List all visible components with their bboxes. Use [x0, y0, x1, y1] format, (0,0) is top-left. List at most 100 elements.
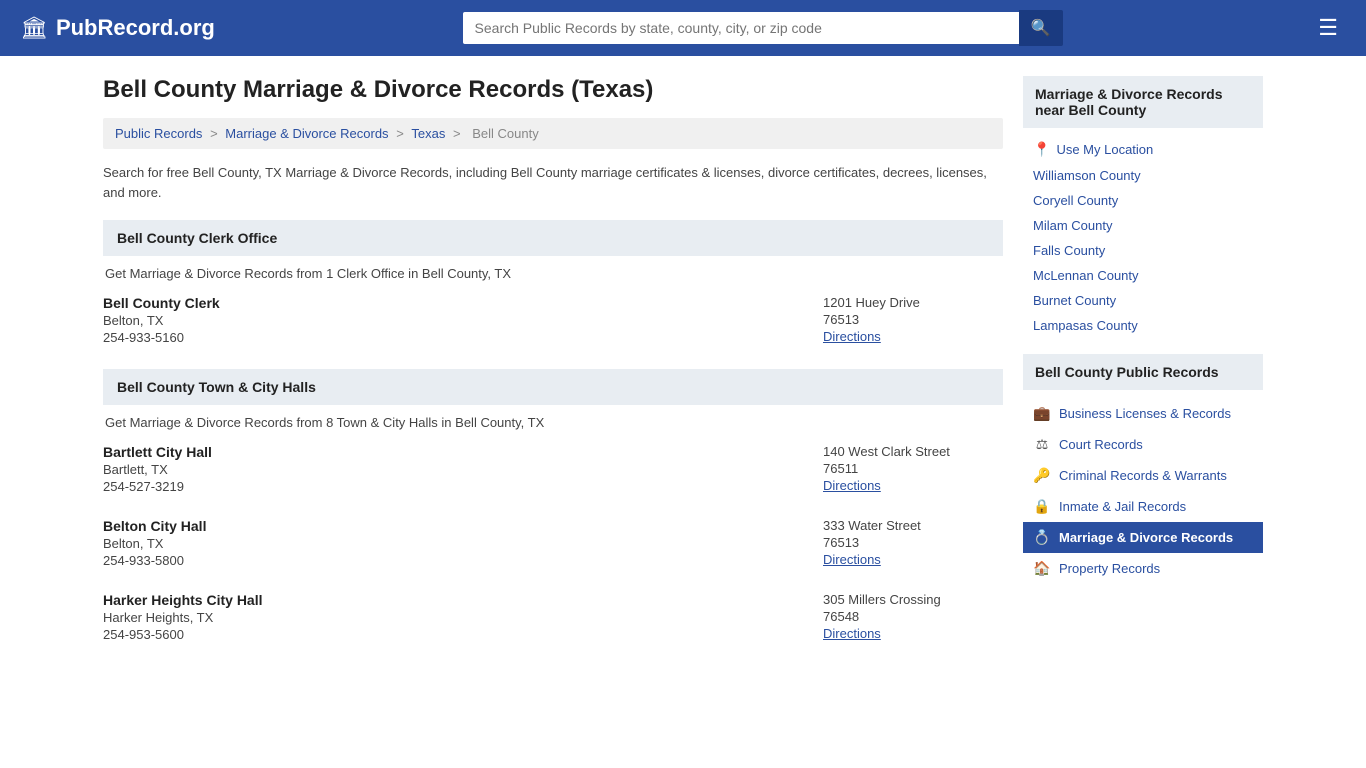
nearby-county-link-5[interactable]: Burnet County [1033, 293, 1116, 308]
search-area: 🔍 [463, 10, 1063, 46]
town-directions-2[interactable]: Directions [823, 626, 881, 641]
nearby-county-link-0[interactable]: Williamson County [1033, 168, 1141, 183]
town-city-0: Bartlett, TX [103, 462, 212, 477]
pr-icon-5: 🏠 [1033, 560, 1051, 577]
clerk-entry-0: Bell County Clerk Belton, TX 254-933-516… [103, 295, 1003, 349]
pr-link-0[interactable]: Business Licenses & Records [1059, 406, 1231, 421]
menu-icon: ☰ [1318, 15, 1338, 40]
clerk-city-0: Belton, TX [103, 313, 220, 328]
town-entry-0: Bartlett City Hall Bartlett, TX 254-527-… [103, 444, 1003, 498]
nearby-county-6[interactable]: Lampasas County [1023, 313, 1263, 338]
town-phone-0: 254-527-3219 [103, 479, 212, 494]
breadcrumb-texas[interactable]: Texas [411, 126, 445, 141]
pr-item-2[interactable]: 🔑 Criminal Records & Warrants [1023, 460, 1263, 491]
town-phone-1: 254-933-5800 [103, 553, 206, 568]
pr-link-5[interactable]: Property Records [1059, 561, 1160, 576]
town-address-2: 305 Millers Crossing [823, 592, 1003, 607]
town-entry-1: Belton City Hall Belton, TX 254-933-5800… [103, 518, 1003, 572]
nearby-county-link-6[interactable]: Lampasas County [1033, 318, 1138, 333]
pr-item-3[interactable]: 🔒 Inmate & Jail Records [1023, 491, 1263, 522]
town-name-0: Bartlett City Hall [103, 444, 212, 460]
breadcrumb-sep3: > [453, 126, 464, 141]
breadcrumb-bell-county: Bell County [472, 126, 538, 141]
nearby-county-link-4[interactable]: McLennan County [1033, 268, 1139, 283]
clerk-phone-0: 254-933-5160 [103, 330, 220, 345]
town-zip-1: 76513 [823, 535, 1003, 550]
nearby-county-4[interactable]: McLennan County [1023, 263, 1263, 288]
pr-link-3[interactable]: Inmate & Jail Records [1059, 499, 1186, 514]
town-city-2: Harker Heights, TX [103, 610, 263, 625]
nearby-county-0[interactable]: Williamson County [1023, 163, 1263, 188]
town-section-header: Bell County Town & City Halls [103, 369, 1003, 405]
breadcrumb-marriage-records[interactable]: Marriage & Divorce Records [225, 126, 388, 141]
breadcrumb-sep2: > [396, 126, 407, 141]
nearby-county-3[interactable]: Falls County [1023, 238, 1263, 263]
town-name-2: Harker Heights City Hall [103, 592, 263, 608]
clerk-right-0: 1201 Huey Drive 76513 Directions [823, 295, 1003, 345]
use-location-link[interactable]: Use My Location [1056, 142, 1153, 157]
pr-icon-0: 💼 [1033, 405, 1051, 422]
clerk-section-desc: Get Marriage & Divorce Records from 1 Cl… [103, 266, 1003, 281]
town-right-1: 333 Water Street 76513 Directions [823, 518, 1003, 568]
pr-link-1[interactable]: Court Records [1059, 437, 1143, 452]
clerk-directions-0[interactable]: Directions [823, 329, 881, 344]
town-section-desc: Get Marriage & Divorce Records from 8 To… [103, 415, 1003, 430]
nearby-county-5[interactable]: Burnet County [1023, 288, 1263, 313]
nearby-title: Marriage & Divorce Records near Bell Cou… [1023, 76, 1263, 128]
pr-icon-4: 💍 [1033, 529, 1051, 546]
clerk-name-0: Bell County Clerk [103, 295, 220, 311]
town-name-1: Belton City Hall [103, 518, 206, 534]
breadcrumb-public-records[interactable]: Public Records [115, 126, 202, 141]
search-icon: 🔍 [1031, 20, 1051, 37]
public-records-title: Bell County Public Records [1023, 354, 1263, 390]
town-city-1: Belton, TX [103, 536, 206, 551]
town-right-0: 140 West Clark Street 76511 Directions [823, 444, 1003, 494]
menu-button[interactable]: ☰ [1310, 11, 1346, 45]
pr-icon-3: 🔒 [1033, 498, 1051, 515]
town-directions-0[interactable]: Directions [823, 478, 881, 493]
pr-icon-2: 🔑 [1033, 467, 1051, 484]
town-address-0: 140 West Clark Street [823, 444, 1003, 459]
pr-link-4[interactable]: Marriage & Divorce Records [1059, 530, 1233, 545]
main-content: Bell County Marriage & Divorce Records (… [103, 76, 1003, 666]
pr-item-5[interactable]: 🏠 Property Records [1023, 553, 1263, 584]
pr-item-1[interactable]: ⚖ Court Records [1023, 429, 1263, 460]
nearby-county-link-2[interactable]: Milam County [1033, 218, 1112, 233]
search-button[interactable]: 🔍 [1019, 10, 1063, 46]
clerk-section-header: Bell County Clerk Office [103, 220, 1003, 256]
town-address-1: 333 Water Street [823, 518, 1003, 533]
page-description: Search for free Bell County, TX Marriage… [103, 163, 1003, 202]
pr-item-0[interactable]: 💼 Business Licenses & Records [1023, 398, 1263, 429]
breadcrumb-sep1: > [210, 126, 221, 141]
clerk-zip-0: 76513 [823, 312, 1003, 327]
town-phone-2: 254-953-5600 [103, 627, 263, 642]
logo-text: PubRecord.org [56, 15, 215, 41]
search-input[interactable] [463, 12, 1019, 44]
nearby-county-1[interactable]: Coryell County [1023, 188, 1263, 213]
public-records-list: 💼 Business Licenses & Records ⚖ Court Re… [1023, 398, 1263, 584]
town-left-1: Belton City Hall Belton, TX 254-933-5800 [103, 518, 206, 568]
site-header: 🏛 PubRecord.org 🔍 ☰ [0, 0, 1366, 56]
pr-icon-1: ⚖ [1033, 436, 1051, 453]
town-left-0: Bartlett City Hall Bartlett, TX 254-527-… [103, 444, 212, 494]
town-directions-1[interactable]: Directions [823, 552, 881, 567]
town-entry-2: Harker Heights City Hall Harker Heights,… [103, 592, 1003, 646]
nearby-county-2[interactable]: Milam County [1023, 213, 1263, 238]
clerk-left-0: Bell County Clerk Belton, TX 254-933-516… [103, 295, 220, 345]
town-left-2: Harker Heights City Hall Harker Heights,… [103, 592, 263, 642]
logo-area: 🏛 PubRecord.org [20, 15, 215, 41]
clerk-address-0: 1201 Huey Drive [823, 295, 1003, 310]
sidebar: Marriage & Divorce Records near Bell Cou… [1023, 76, 1263, 666]
main-container: Bell County Marriage & Divorce Records (… [83, 76, 1283, 666]
nearby-county-link-1[interactable]: Coryell County [1033, 193, 1118, 208]
town-zip-2: 76548 [823, 609, 1003, 624]
location-icon: 📍 [1033, 141, 1050, 158]
nearby-county-link-3[interactable]: Falls County [1033, 243, 1105, 258]
nearby-list: 📍 Use My Location Williamson County Cory… [1023, 136, 1263, 338]
town-right-2: 305 Millers Crossing 76548 Directions [823, 592, 1003, 642]
logo-icon: 🏛 [20, 15, 48, 41]
pr-link-2[interactable]: Criminal Records & Warrants [1059, 468, 1227, 483]
pr-item-4[interactable]: 💍 Marriage & Divorce Records [1023, 522, 1263, 553]
use-my-location[interactable]: 📍 Use My Location [1023, 136, 1263, 163]
page-title: Bell County Marriage & Divorce Records (… [103, 76, 1003, 104]
